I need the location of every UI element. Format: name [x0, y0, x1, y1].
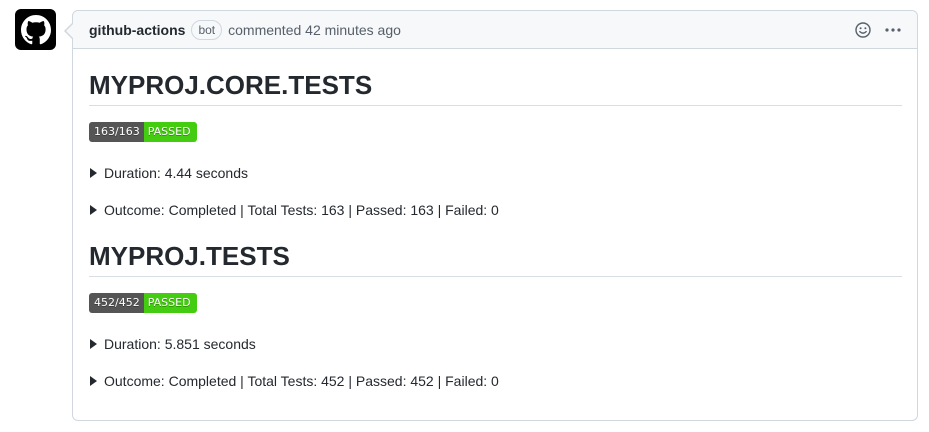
disclosure-triangle-icon	[90, 205, 97, 215]
section-heading: MYPROJ.TESTS	[89, 240, 902, 277]
comment-timestamp[interactable]: commented 42 minutes ago	[228, 22, 401, 38]
test-section: MYPROJ.CORE.TESTS 163/163 PASSED Duratio…	[89, 69, 902, 218]
comment-body: MYPROJ.CORE.TESTS 163/163 PASSED Duratio…	[73, 69, 917, 389]
duration-summary[interactable]: Duration: 5.851 seconds	[89, 336, 902, 352]
disclosure-triangle-icon	[90, 168, 97, 178]
outcome-text: Outcome: Completed | Total Tests: 163 | …	[104, 202, 499, 218]
badge-status: PASSED	[143, 122, 197, 142]
disclosure-triangle-icon	[90, 376, 97, 386]
badge-count: 163/163	[89, 122, 144, 142]
badge-status: PASSED	[143, 293, 197, 313]
header-actions	[853, 11, 903, 49]
badge-count: 452/452	[89, 293, 144, 313]
duration-text: Duration: 5.851 seconds	[104, 336, 256, 352]
duration-text: Duration: 4.44 seconds	[104, 165, 248, 181]
test-section: MYPROJ.TESTS 452/452 PASSED Duration: 5.…	[89, 240, 902, 389]
avatar[interactable]	[15, 9, 56, 50]
test-result-badge: 452/452 PASSED	[89, 293, 197, 313]
author-link[interactable]: github-actions	[89, 22, 185, 38]
disclosure-triangle-icon	[90, 339, 97, 349]
smiley-icon	[855, 22, 871, 38]
github-logo-icon	[20, 14, 51, 44]
outcome-details[interactable]: Outcome: Completed | Total Tests: 452 | …	[89, 373, 902, 389]
add-reaction-button[interactable]	[853, 20, 873, 40]
duration-details[interactable]: Duration: 4.44 seconds	[89, 165, 902, 181]
kebab-horizontal-icon	[885, 28, 901, 32]
bot-badge: bot	[191, 19, 223, 40]
outcome-details[interactable]: Outcome: Completed | Total Tests: 163 | …	[89, 202, 902, 218]
outcome-summary[interactable]: Outcome: Completed | Total Tests: 452 | …	[89, 373, 902, 389]
comment-menu-button[interactable]	[883, 20, 903, 40]
duration-details[interactable]: Duration: 5.851 seconds	[89, 336, 902, 352]
test-result-badge: 163/163 PASSED	[89, 122, 197, 142]
outcome-summary[interactable]: Outcome: Completed | Total Tests: 163 | …	[89, 202, 902, 218]
comment-header: github-actions bot commented 42 minutes …	[73, 11, 917, 49]
duration-summary[interactable]: Duration: 4.44 seconds	[89, 165, 902, 181]
section-heading: MYPROJ.CORE.TESTS	[89, 69, 902, 106]
comment-card: github-actions bot commented 42 minutes …	[64, 10, 918, 421]
outcome-text: Outcome: Completed | Total Tests: 452 | …	[104, 373, 499, 389]
